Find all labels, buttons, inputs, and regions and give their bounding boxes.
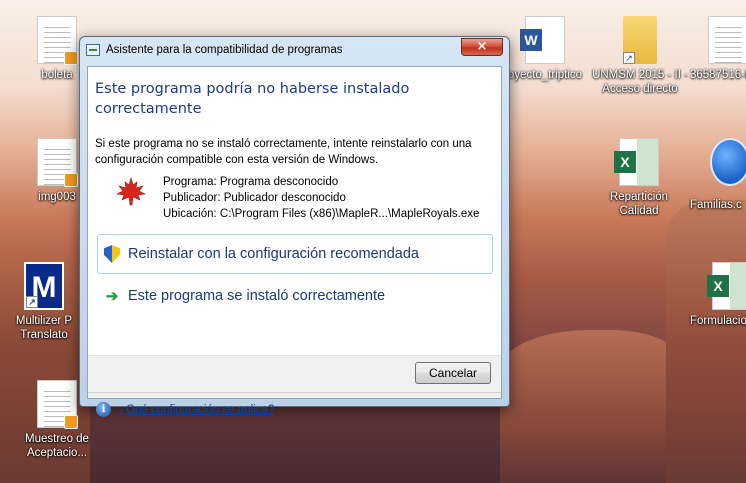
installed-correctly-option[interactable]: ➔ Este programa se instaló correctamente [97, 276, 493, 316]
excel-document-icon: X [707, 262, 746, 310]
program-location: Ubicación: C:\Program Files (x86)\MapleR… [163, 208, 480, 220]
close-icon: × [476, 39, 488, 54]
dialog-intro-text: Si este programa no se instaló correctam… [95, 138, 472, 166]
which-settings-help-link[interactable]: ¿Qué configuración se aplica? [119, 404, 274, 416]
help-row: i ¿Qué configuración se aplica? [96, 402, 274, 417]
footer-divider [88, 392, 501, 393]
desktop-icon-proyecto[interactable]: W oyecto_triptico [502, 16, 588, 82]
desktop-icon-reparticion[interactable]: X Repartición Calidad [596, 138, 682, 218]
desktop-icon-multilizer[interactable]: M ↗ Multilizer P Translato [6, 262, 82, 342]
desktop-icon-formulacion[interactable]: X Formulacio [690, 262, 746, 328]
desktop-icon-label: 36587516-I [690, 69, 746, 81]
dialog-footer: Cancelar i ¿Qué configuración se aplica? [88, 356, 501, 417]
word-document-icon: W [520, 16, 565, 64]
dialog-titlebar[interactable]: Asistente para la compatibilidad de prog… [80, 37, 509, 63]
multilizer-app-icon: M ↗ [24, 262, 64, 310]
document-thumbnail-icon [37, 16, 78, 65]
desktop-icon-label: Muestreo de Aceptacio... [25, 433, 89, 459]
badge-icon [64, 415, 78, 429]
document-thumbnail-icon [37, 380, 78, 429]
folder-icon: ↗ [623, 16, 657, 64]
uac-shield-icon [104, 245, 120, 263]
shortcut-arrow-icon: ↗ [623, 52, 635, 64]
desktop-icon-unmsm[interactable]: ↗ UNMSM 2015 - II - Acceso directo [592, 16, 688, 96]
cancel-button[interactable]: Cancelar [415, 362, 491, 384]
program-name: Programa: Programa desconocido [163, 176, 339, 188]
desktop-icon-36587516[interactable]: 36587516-I [690, 16, 746, 82]
program-details: Programa: Programa desconocido Publicado… [163, 174, 479, 222]
green-arrow-icon: ➔ [105, 288, 119, 305]
desktop-icon-label: UNMSM 2015 - II - Acceso directo [592, 69, 688, 95]
installed-correctly-label: Este programa se instaló correctamente [128, 288, 386, 304]
document-thumbnail-icon [708, 16, 746, 64]
badge-icon [64, 173, 78, 187]
publisher-name: Publicador: Publicador desconocido [163, 192, 346, 204]
desktop-icon-label: Multilizer P Translato [15, 315, 73, 341]
program-compatibility-dialog: Asistente para la compatibilidad de prog… [79, 36, 510, 417]
desktop-icon-label: Familias.c [690, 199, 742, 211]
shortcut-arrow-icon: ↗ [26, 296, 38, 308]
compatibility-app-icon [86, 44, 100, 56]
badge-icon [64, 51, 78, 65]
excel-document-icon: X [614, 138, 659, 186]
wallpaper-rock-right [666, 200, 746, 483]
desktop-icon-familias[interactable]: Familias.c [690, 138, 746, 212]
wallpaper-rock-middle [500, 330, 680, 483]
familias-app-icon [710, 138, 746, 186]
maple-leaf-icon [116, 177, 146, 206]
info-icon: i [96, 402, 111, 417]
dialog-title: Asistente para la compatibilidad de prog… [106, 44, 343, 56]
close-button[interactable]: × [461, 38, 503, 56]
reinstall-option-label: Reinstalar con la configuración recomend… [128, 246, 419, 262]
reinstall-recommended-option[interactable]: Reinstalar con la configuración recomend… [97, 234, 493, 274]
desktop-icon-label: oyecto_triptico [507, 69, 583, 81]
desktop-icon-label: Repartición Calidad [609, 191, 669, 217]
document-thumbnail-icon [37, 138, 78, 187]
dialog-content: Este programa podría no haberse instalad… [87, 66, 502, 417]
desktop-icon-label: Formulacio [690, 315, 746, 327]
dialog-heading: Este programa podría no haberse instalad… [95, 81, 410, 117]
